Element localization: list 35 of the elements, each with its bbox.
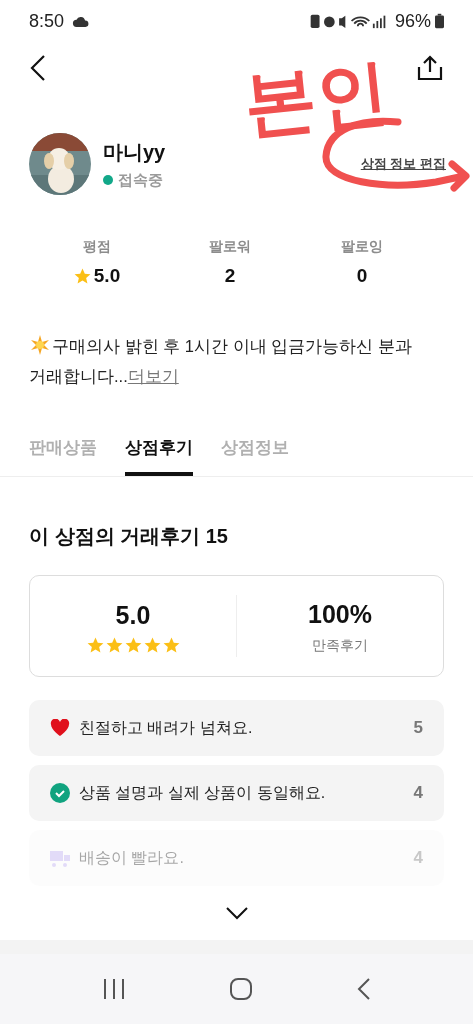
stat-value: 5.0 — [93, 264, 121, 288]
heart-icon — [50, 719, 70, 737]
shop-name: 마니yy — [103, 139, 166, 165]
stat-label: 평점 — [82, 237, 111, 256]
online-status: 접속중 — [118, 169, 163, 190]
reviews-heading: 이 상점의 거래후기 15 — [28, 524, 229, 549]
review-tag-text: 배송이 빨라요. — [79, 848, 185, 868]
stat-label: 팔로워 — [209, 237, 251, 256]
review-tag-text: 친절하고 배려가 넘쳐요. — [79, 718, 254, 738]
truck-icon — [50, 849, 70, 867]
satisfaction-percent: 100% — [308, 598, 372, 630]
back-icon[interactable] — [357, 977, 372, 1001]
stat-value: 2 — [224, 264, 236, 288]
battery-icon — [435, 13, 444, 29]
home-icon[interactable] — [229, 977, 254, 1001]
satisfaction-label: 만족후기 — [312, 636, 368, 656]
share-icon[interactable] — [417, 55, 443, 81]
review-tag-count: 5 — [413, 717, 423, 740]
stat-label: 팔로잉 — [341, 237, 383, 256]
review-tag-text: 상품 설명과 실제 상품이 동일해요. — [79, 783, 327, 803]
edit-shop-link[interactable]: 상점 정보 편집 — [360, 154, 446, 174]
tab[interactable]: 상점후기 — [125, 434, 193, 476]
chevron-down-icon[interactable] — [224, 906, 249, 920]
shop-bio: 구매의사 밝힌 후 1시간 이내 입금가능하신 분과 거래합니다...더보기 — [29, 330, 421, 391]
stat-value: 0 — [356, 264, 368, 288]
average-score: 5.0 — [115, 599, 151, 631]
review-tag-count: 4 — [413, 782, 423, 805]
status-time: 8:50 — [29, 9, 65, 33]
more-link[interactable]: 더보기 — [127, 366, 179, 385]
star-icon — [72, 266, 92, 286]
recent-apps-icon[interactable] — [101, 978, 126, 1000]
check-circle-icon — [50, 783, 70, 803]
battery-percent: 96% — [394, 9, 431, 33]
cloud-icon — [72, 15, 91, 27]
back-icon[interactable] — [30, 54, 46, 82]
